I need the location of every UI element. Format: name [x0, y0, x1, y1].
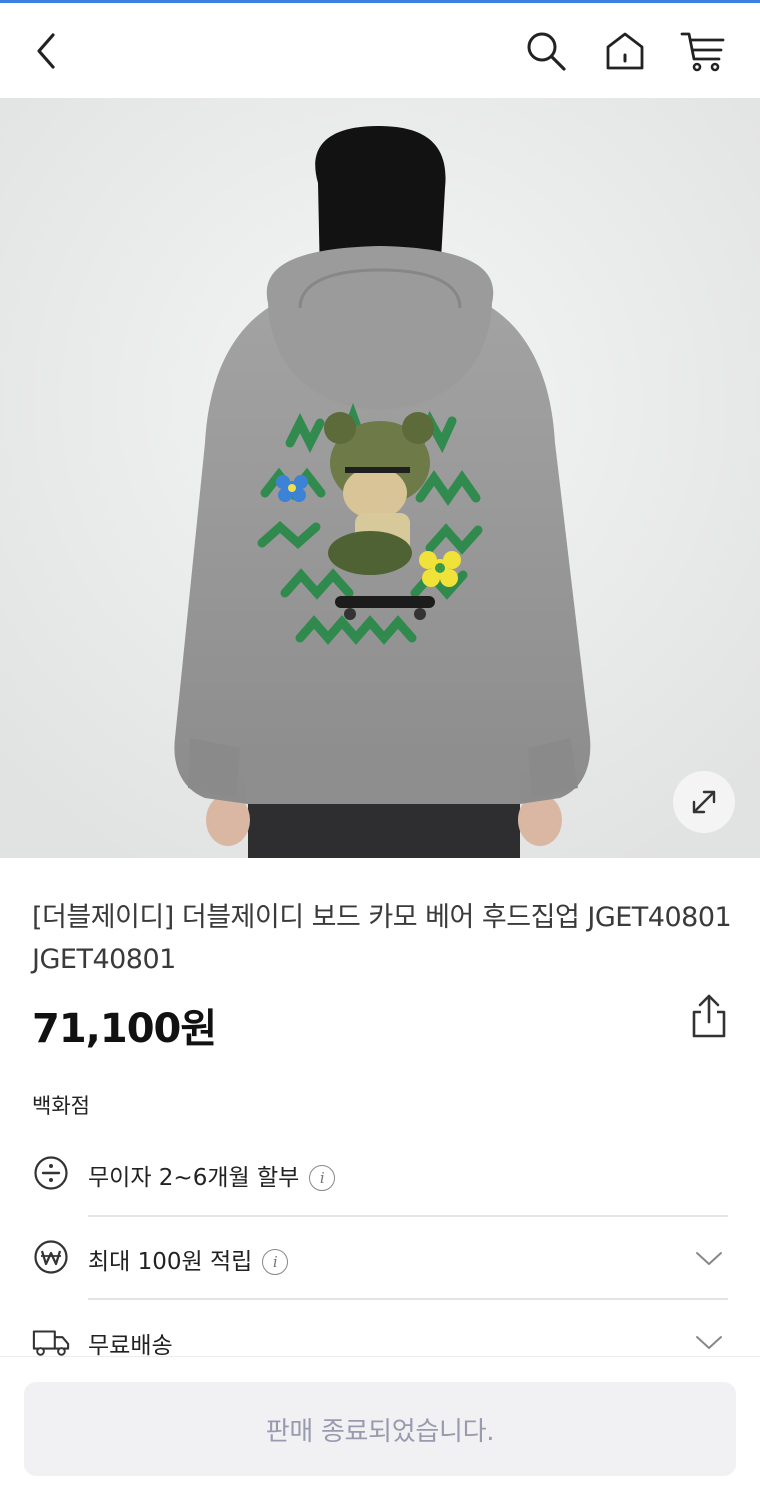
benefit-divider: [88, 1215, 728, 1217]
chevron-left-icon: [37, 33, 55, 69]
won-point-icon: [32, 1238, 70, 1276]
points-info-icon[interactable]: i: [262, 1249, 289, 1275]
expand-icon: [692, 790, 716, 814]
store-type-label: 백화점: [32, 1094, 90, 1118]
points-row[interactable]: 최대 100원 적립 i: [0, 1218, 760, 1300]
product-photo: [0, 98, 760, 858]
benefit-divider: [88, 1298, 728, 1300]
points-text: 최대 100원 적립: [88, 1249, 253, 1275]
share-icon: [692, 994, 726, 1038]
search-button[interactable]: [522, 27, 570, 75]
installment-label: 무이자 2~6개월 할부 i: [88, 1158, 336, 1192]
chevron-down-icon[interactable]: [694, 1248, 724, 1268]
cart-button[interactable]: [679, 27, 727, 75]
installment-row: 무이자 2~6개월 할부 i: [0, 1134, 760, 1216]
chevron-down-icon[interactable]: [694, 1332, 724, 1352]
shipping-label: 무료배송: [88, 1333, 173, 1359]
expand-image-button[interactable]: [673, 771, 735, 833]
product-image[interactable]: [0, 98, 760, 858]
truck-icon: [32, 1322, 70, 1360]
search-icon: [527, 32, 566, 71]
home-icon: [606, 32, 644, 70]
product-price: 71,100원: [32, 1006, 217, 1052]
points-label: 최대 100원 적립 i: [88, 1242, 289, 1276]
soldout-button[interactable]: 판매 종료되었습니다.: [24, 1382, 736, 1476]
installment-info-icon[interactable]: i: [309, 1165, 336, 1191]
cart-icon: [680, 32, 725, 72]
share-button[interactable]: [686, 990, 732, 1042]
back-button[interactable]: [22, 27, 70, 75]
installment-text: 무이자 2~6개월 할부: [88, 1165, 300, 1191]
bottom-action-bar: 판매 종료되었습니다.: [0, 1356, 760, 1500]
divide-icon: [32, 1154, 70, 1192]
product-title: [더블제이디] 더블제이디 보드 카모 베어 후드집업 JGET40801 JG…: [32, 902, 732, 975]
home-button[interactable]: [601, 27, 649, 75]
app-header: [0, 3, 760, 98]
